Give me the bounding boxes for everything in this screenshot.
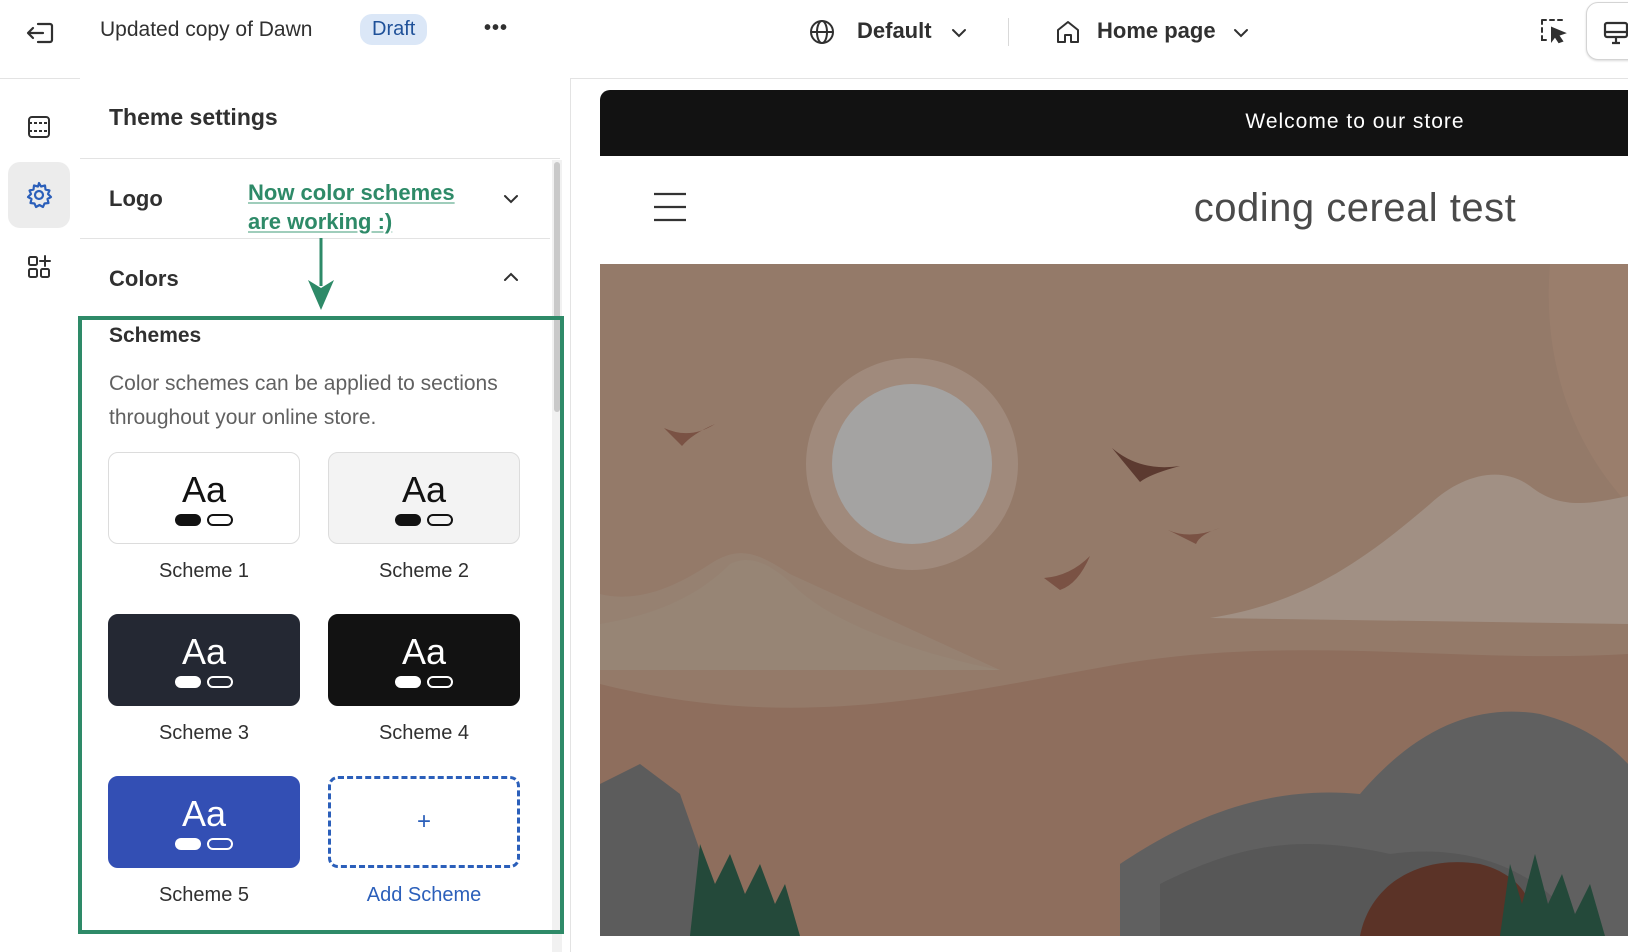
desktop-view-button[interactable] (1586, 2, 1628, 60)
page-selector[interactable]: Home page (1097, 18, 1216, 44)
chevron-down-icon[interactable] (1230, 22, 1252, 44)
announcement-text: Welcome to our store (1245, 110, 1465, 133)
left-rail (8, 78, 80, 952)
store-name[interactable]: coding cereal test (600, 186, 1628, 231)
locale-selector[interactable]: Default (857, 18, 932, 44)
inspector-icon[interactable] (1536, 14, 1570, 48)
chevron-down-icon[interactable] (948, 22, 970, 44)
section-label: Colors (109, 266, 179, 291)
status-badge: Draft (360, 14, 428, 45)
sections-nav-button[interactable] (8, 94, 70, 160)
home-icon (1052, 16, 1084, 48)
more-actions-button[interactable]: ••• (484, 17, 508, 40)
panel-title: Theme settings (109, 104, 278, 130)
divider (80, 158, 560, 159)
hero-image (600, 264, 1628, 936)
apps-nav-button[interactable] (8, 234, 70, 300)
gear-icon (26, 181, 53, 209)
chevron-up-icon[interactable] (500, 266, 522, 288)
globe-icon (806, 16, 838, 48)
monitor-icon (1601, 17, 1628, 47)
store-header: coding cereal test (600, 156, 1628, 265)
divider (1008, 18, 1009, 46)
chevron-down-icon[interactable] (500, 188, 522, 210)
section-label: Logo (109, 186, 163, 211)
theme-name: Updated copy of Dawn (100, 18, 313, 41)
annotation-highlight-box (78, 316, 564, 934)
theme-settings-nav-button[interactable] (8, 162, 70, 228)
apps-icon (28, 255, 51, 278)
annotation-text: Now color schemes are working :) (248, 180, 455, 234)
landscape-illustration (600, 264, 1628, 936)
top-bar: Updated copy of Dawn Draft ••• Default H… (0, 0, 1628, 79)
exit-icon[interactable] (24, 16, 58, 50)
announcement-bar: Welcome to our store (600, 90, 1628, 156)
store-preview: Welcome to our store coding cereal test (600, 90, 1628, 936)
sections-icon (28, 116, 50, 138)
arrow-down-icon (304, 236, 338, 312)
